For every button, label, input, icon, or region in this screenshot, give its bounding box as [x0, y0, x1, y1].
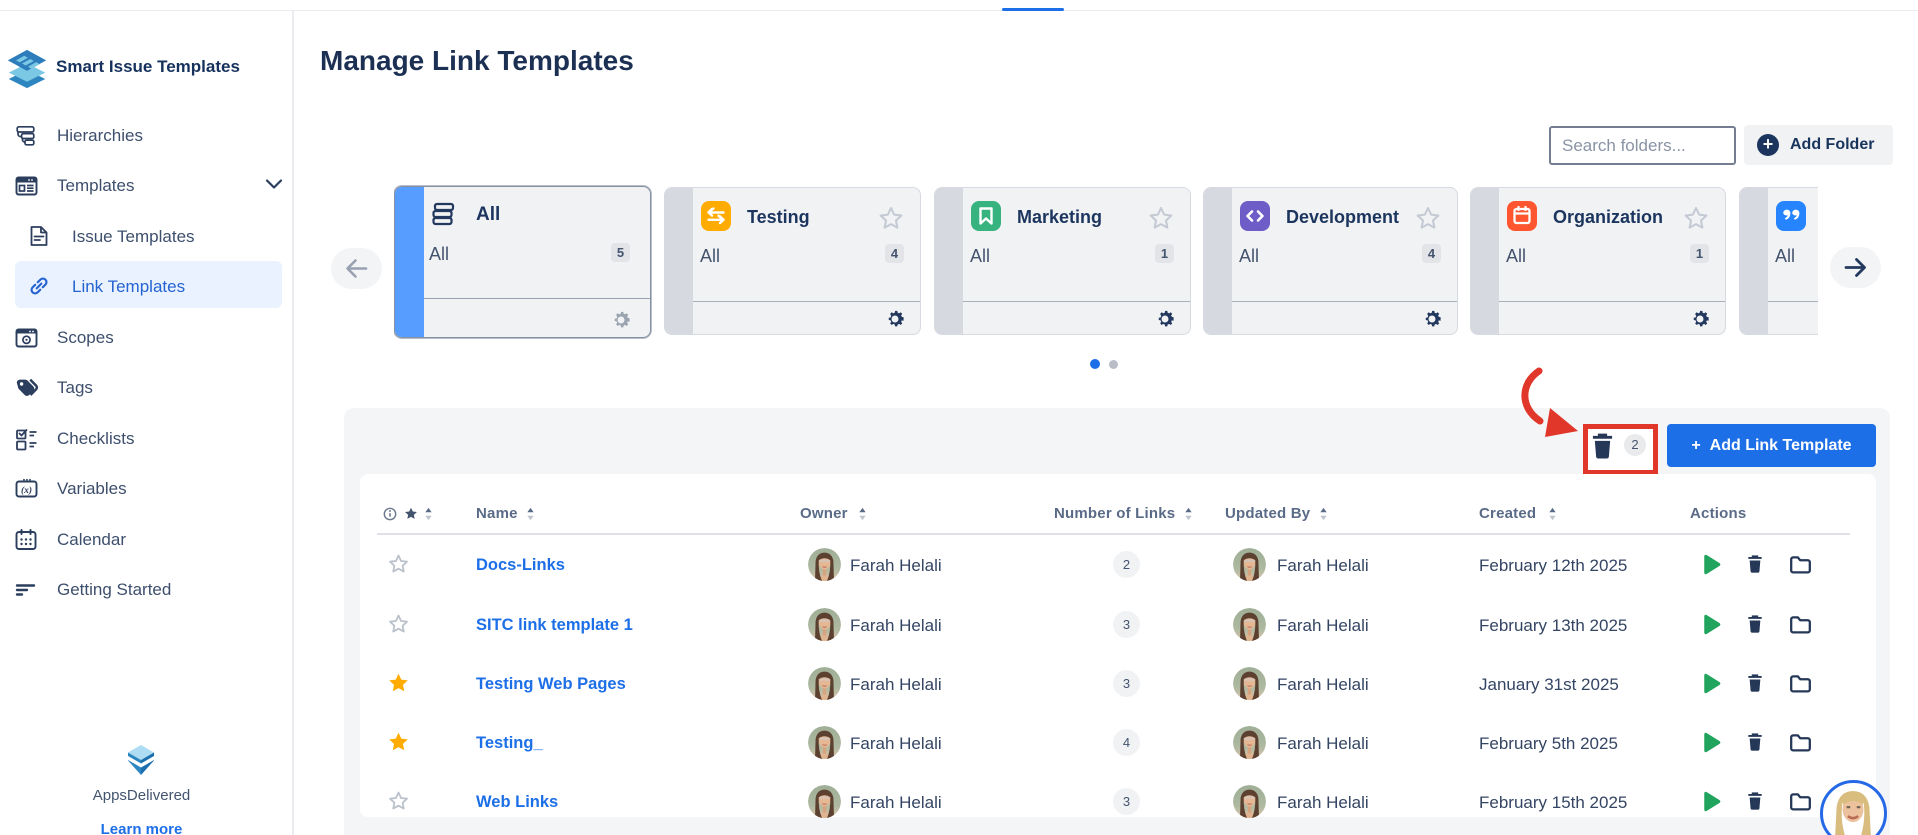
svg-text:(x): (x) [21, 485, 32, 496]
